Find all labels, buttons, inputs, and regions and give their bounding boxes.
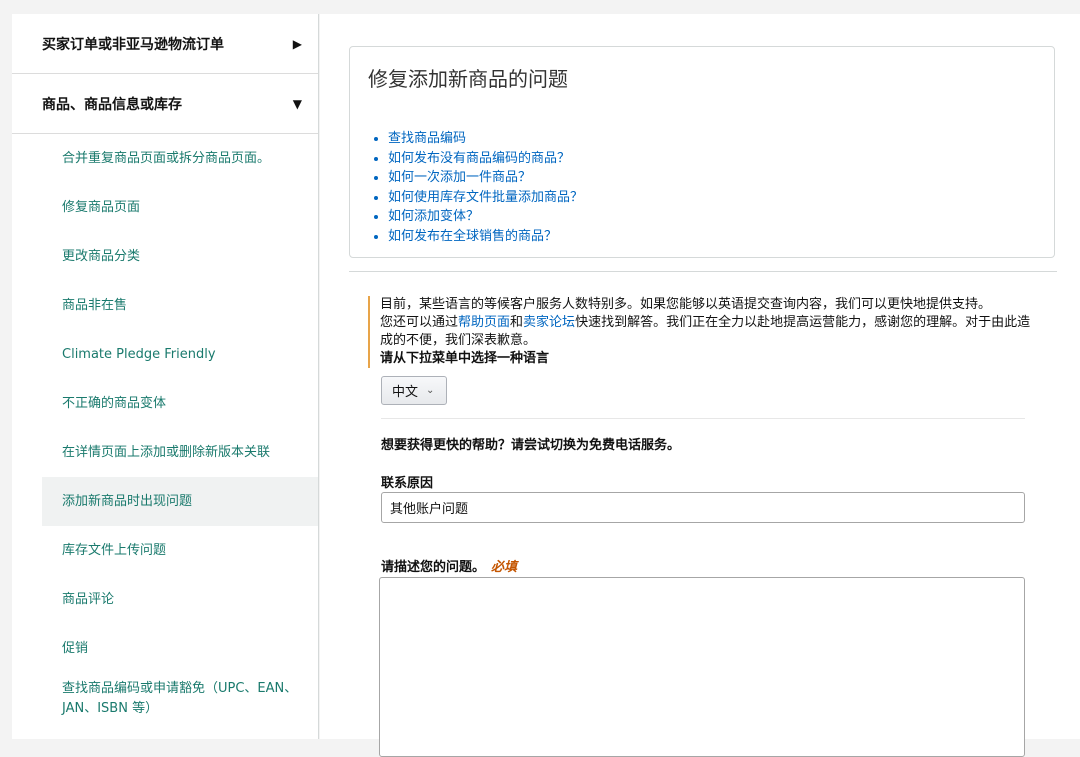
notice-line: 您还可以通过帮助页面和卖家论坛快速找到解答。我们正在全力以赴地提高运营能力，感谢…	[380, 314, 1040, 350]
list-item: 如何发布在全球销售的商品？	[388, 227, 583, 247]
help-link-bulk-add[interactable]: 如何使用库存文件批量添加商品？	[388, 190, 583, 205]
subcategory-list: 合并重复商品页面或拆分商品页面。 修复商品页面 更改商品分类 商品非在售 Cli…	[12, 134, 318, 719]
sidebar-item-merge-split[interactable]: 合并重复商品页面或拆分商品页面。	[12, 134, 318, 183]
language-select-label: 请从下拉菜单中选择一种语言	[380, 351, 550, 366]
language-value: 中文	[392, 385, 419, 400]
contact-reason-field[interactable]: 其他账户问题	[381, 492, 1025, 523]
sidebar-item-add-new-product[interactable]: 添加新商品时出现问题	[42, 477, 318, 526]
help-link-list-without-id[interactable]: 如何发布没有商品编码的商品？	[388, 151, 570, 166]
sidebar-item-promotions[interactable]: 促销	[12, 624, 318, 673]
chevron-down-icon: ⌄	[426, 385, 435, 396]
divider	[349, 271, 1057, 272]
collapse-arrow-icon: ▼	[292, 96, 302, 111]
list-item: 如何一次添加一件商品？	[388, 168, 583, 188]
category-label: 商品、商品信息或库存	[42, 96, 182, 113]
category-label: 买家订单或非亚马逊物流订单	[42, 36, 224, 53]
help-topic-card: 修复添加新商品的问题 查找商品编码 如何发布没有商品编码的商品？ 如何一次添加一…	[349, 46, 1055, 258]
seller-forum-link[interactable]: 卖家论坛	[523, 315, 575, 330]
main-content: 修复添加新商品的问题 查找商品编码 如何发布没有商品编码的商品？ 如何一次添加一…	[320, 14, 1080, 757]
expand-arrow-icon: ▶	[292, 36, 302, 51]
language-dropdown[interactable]: 中文 ⌄	[381, 376, 447, 405]
help-page-link[interactable]: 帮助页面	[458, 315, 510, 330]
list-item: 如何添加变体？	[388, 207, 583, 227]
describe-issue-label: 请描述您的问题。 必填	[381, 556, 517, 575]
sidebar-item-change-category[interactable]: 更改商品分类	[12, 232, 318, 281]
sidebar-item-product-id-exemption[interactable]: 查找商品编码或申请豁免（UPC、EAN、JAN、ISBN 等）	[12, 673, 318, 719]
page-title: 修复添加新商品的问题	[368, 67, 568, 91]
sidebar-item-edition-link[interactable]: 在详情页面上添加或删除新版本关联	[12, 428, 318, 477]
sidebar-item-fix-product-page[interactable]: 修复商品页面	[12, 183, 318, 232]
help-sidebar: 买家订单或非亚马逊物流订单 ▶ 商品、商品信息或库存 ▼ 合并重复商品页面或拆分…	[12, 14, 319, 739]
contact-reason-label: 联系原因	[381, 476, 434, 491]
faster-help-text: 想要获得更快的帮助？请尝试切换为免费电话服务。	[381, 438, 681, 453]
help-link-list: 查找商品编码 如何发布没有商品编码的商品？ 如何一次添加一件商品？ 如何使用库存…	[370, 129, 583, 246]
required-badge: 必填	[491, 560, 518, 575]
notice-line: 目前，某些语言的等候客户服务人数特别多。如果您能够以英语提交查询内容，我们可以更…	[380, 297, 992, 312]
category-buyer-orders[interactable]: 买家订单或非亚马逊物流订单 ▶	[12, 14, 318, 74]
divider	[381, 418, 1025, 419]
contact-reason-value: 其他账户问题	[390, 502, 469, 517]
issue-description-textarea[interactable]	[379, 577, 1025, 757]
sidebar-item-reviews[interactable]: 商品评论	[12, 575, 318, 624]
list-item: 如何使用库存文件批量添加商品？	[388, 188, 583, 208]
sidebar-item-inventory-upload[interactable]: 库存文件上传问题	[12, 526, 318, 575]
help-link-global-selling[interactable]: 如何发布在全球销售的商品？	[388, 229, 557, 244]
notice-text: 和	[510, 315, 524, 330]
language-notice: 目前，某些语言的等候客户服务人数特别多。如果您能够以英语提交查询内容，我们可以更…	[368, 296, 1040, 368]
list-item: 如何发布没有商品编码的商品？	[388, 149, 583, 169]
category-products-inventory[interactable]: 商品、商品信息或库存 ▼	[12, 74, 318, 134]
sidebar-item-not-for-sale[interactable]: 商品非在售	[12, 281, 318, 330]
notice-text: 您还可以通过	[380, 315, 459, 330]
help-link-add-variation[interactable]: 如何添加变体？	[388, 209, 479, 224]
help-link-find-product-id[interactable]: 查找商品编码	[388, 131, 466, 146]
help-link-add-one[interactable]: 如何一次添加一件商品？	[388, 170, 531, 185]
sidebar-item-incorrect-variation[interactable]: 不正确的商品变体	[12, 379, 318, 428]
list-item: 查找商品编码	[388, 129, 583, 149]
sidebar-item-climate-pledge[interactable]: Climate Pledge Friendly	[12, 330, 318, 379]
describe-issue-text: 请描述您的问题。	[381, 560, 486, 575]
